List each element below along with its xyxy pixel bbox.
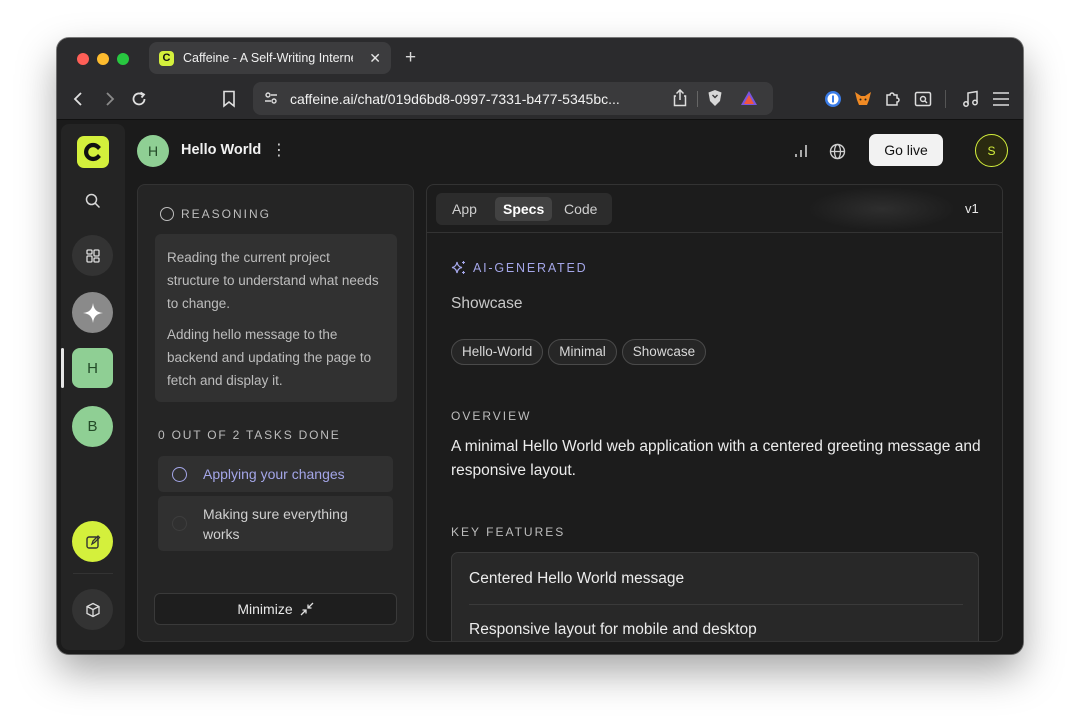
minimize-button[interactable]: Minimize [154,593,397,625]
sidebar-rail: H B [61,124,125,650]
feature-divider [469,604,963,605]
reasoning-paragraph: Adding hello message to the backend and … [167,327,372,388]
analytics-bars-icon[interactable] [789,139,813,163]
key-features-list: Centered Hello World message Responsive … [451,552,979,641]
reasoning-panel: REASONING Reading the current project st… [137,184,414,642]
header-glow [807,187,957,231]
bookmark-icon[interactable] [217,87,241,111]
browser-window: C Caffeine - A Self-Writing Internet ✕ +… [57,38,1023,654]
sparkles-icon [451,261,465,274]
url-separator [697,91,698,107]
version-badge[interactable]: v1 [965,201,979,216]
url-text: caffeine.ai/chat/019d6bd8-0997-7331-b477… [290,91,620,107]
back-icon[interactable] [67,87,91,111]
specs-panel: App Specs Code v1 AI-GENERATED Showcase … [426,184,1003,642]
minimize-label: Minimize [237,601,293,617]
reasoning-circle-icon [160,207,174,221]
caffeine-logo[interactable] [77,136,109,168]
minimize-window-button[interactable] [97,53,109,65]
rail-divider [73,573,113,574]
project-h-button[interactable]: H [72,348,113,388]
caffeine-favicon-icon: C [159,50,174,66]
tasks-progress-label: 0 OUT OF 2 TASKS DONE [158,428,341,442]
reasoning-header: REASONING [160,207,271,221]
overview-text: A minimal Hello World web application wi… [451,438,981,479]
reasoning-paragraph: Reading the current project structure to… [167,250,379,311]
compose-button[interactable] [72,521,113,562]
task-label: Making sure everything works [203,505,348,542]
grid-icon [85,248,100,263]
password-manager-icon[interactable] [821,87,845,111]
tag-chip[interactable]: Minimal [548,339,617,365]
feature-item: Responsive layout for mobile and desktop [469,621,757,638]
media-music-icon[interactable] [959,87,983,111]
brave-shield-icon[interactable] [703,86,727,110]
task-item-active: Applying your changes [158,456,393,492]
toolbar-separator [945,90,946,108]
cube-button[interactable] [72,589,113,630]
tag-list: Hello-World Minimal Showcase [451,339,707,365]
tag-chip[interactable]: Showcase [621,339,707,365]
task-status-circle-icon [172,466,187,482]
zoom-window-button[interactable] [117,53,129,65]
task-label: Applying your changes [203,466,345,482]
tab-app[interactable]: App [444,197,485,221]
key-features-heading: KEY FEATURES [451,525,566,539]
specs-panel-header: App Specs Code v1 [427,185,1002,233]
project-menu-icon[interactable]: ⋮ [271,140,287,160]
feature-item: Centered Hello World message [469,570,685,587]
reader-mode-icon[interactable] [911,87,935,111]
go-live-button[interactable]: Go live [869,134,943,166]
fox-wallet-icon[interactable] [851,87,875,111]
browser-toolbar: caffeine.ai/chat/019d6bd8-0997-7331-b477… [57,78,1023,120]
caffeine-app: H B H Hello World ⋮ Go live S REASONING … [57,120,1023,654]
project-title: Hello World [181,142,262,158]
project-avatar: H [137,135,169,167]
view-tabs: App Specs Code [436,193,612,225]
globe-icon[interactable] [825,139,849,163]
sparkle-icon [82,302,103,323]
dashboard-grid-button[interactable] [72,235,113,276]
tab-title: Caffeine - A Self-Writing Internet [183,51,353,65]
active-project-indicator [61,348,64,388]
tab-specs[interactable]: Specs [495,197,553,221]
forward-icon[interactable] [97,87,121,111]
edit-icon [85,534,100,549]
ai-generated-label: AI-GENERATED [451,260,587,276]
task-status-circle-icon [172,516,187,531]
reload-icon[interactable] [127,87,151,111]
address-bar[interactable]: caffeine.ai/chat/019d6bd8-0997-7331-b477… [253,82,773,115]
app-header: H Hello World ⋮ Go live S [131,120,1023,182]
share-icon[interactable] [668,86,692,110]
reasoning-box: Reading the current project structure to… [155,234,397,402]
close-window-button[interactable] [77,53,89,65]
browser-tab[interactable]: C Caffeine - A Self-Writing Internet ✕ [149,42,391,74]
ai-generated-text: AI-GENERATED [473,261,588,275]
category-title: Showcase [451,295,523,312]
tab-bar: C Caffeine - A Self-Writing Internet ✕ + [57,38,1023,78]
search-icon[interactable] [72,180,113,221]
collapse-arrows-icon [300,602,314,616]
task-item-pending: Making sure everything works [158,496,393,551]
extensions-puzzle-icon[interactable] [881,87,905,111]
cube-icon [85,602,100,617]
reasoning-label: REASONING [181,207,272,221]
user-avatar[interactable]: S [975,134,1008,167]
overview-heading: OVERVIEW [451,409,532,423]
tag-chip[interactable]: Hello-World [451,339,544,365]
brave-rewards-icon[interactable] [737,86,761,110]
site-settings-icon[interactable] [259,86,283,110]
hamburger-menu-icon[interactable] [989,87,1013,111]
tab-code[interactable]: Code [556,197,605,221]
project-b-button[interactable]: B [72,406,113,447]
close-tab-icon[interactable]: ✕ [369,50,381,67]
new-tab-button[interactable]: + [405,46,416,70]
new-project-sparkle-button[interactable] [72,292,113,333]
